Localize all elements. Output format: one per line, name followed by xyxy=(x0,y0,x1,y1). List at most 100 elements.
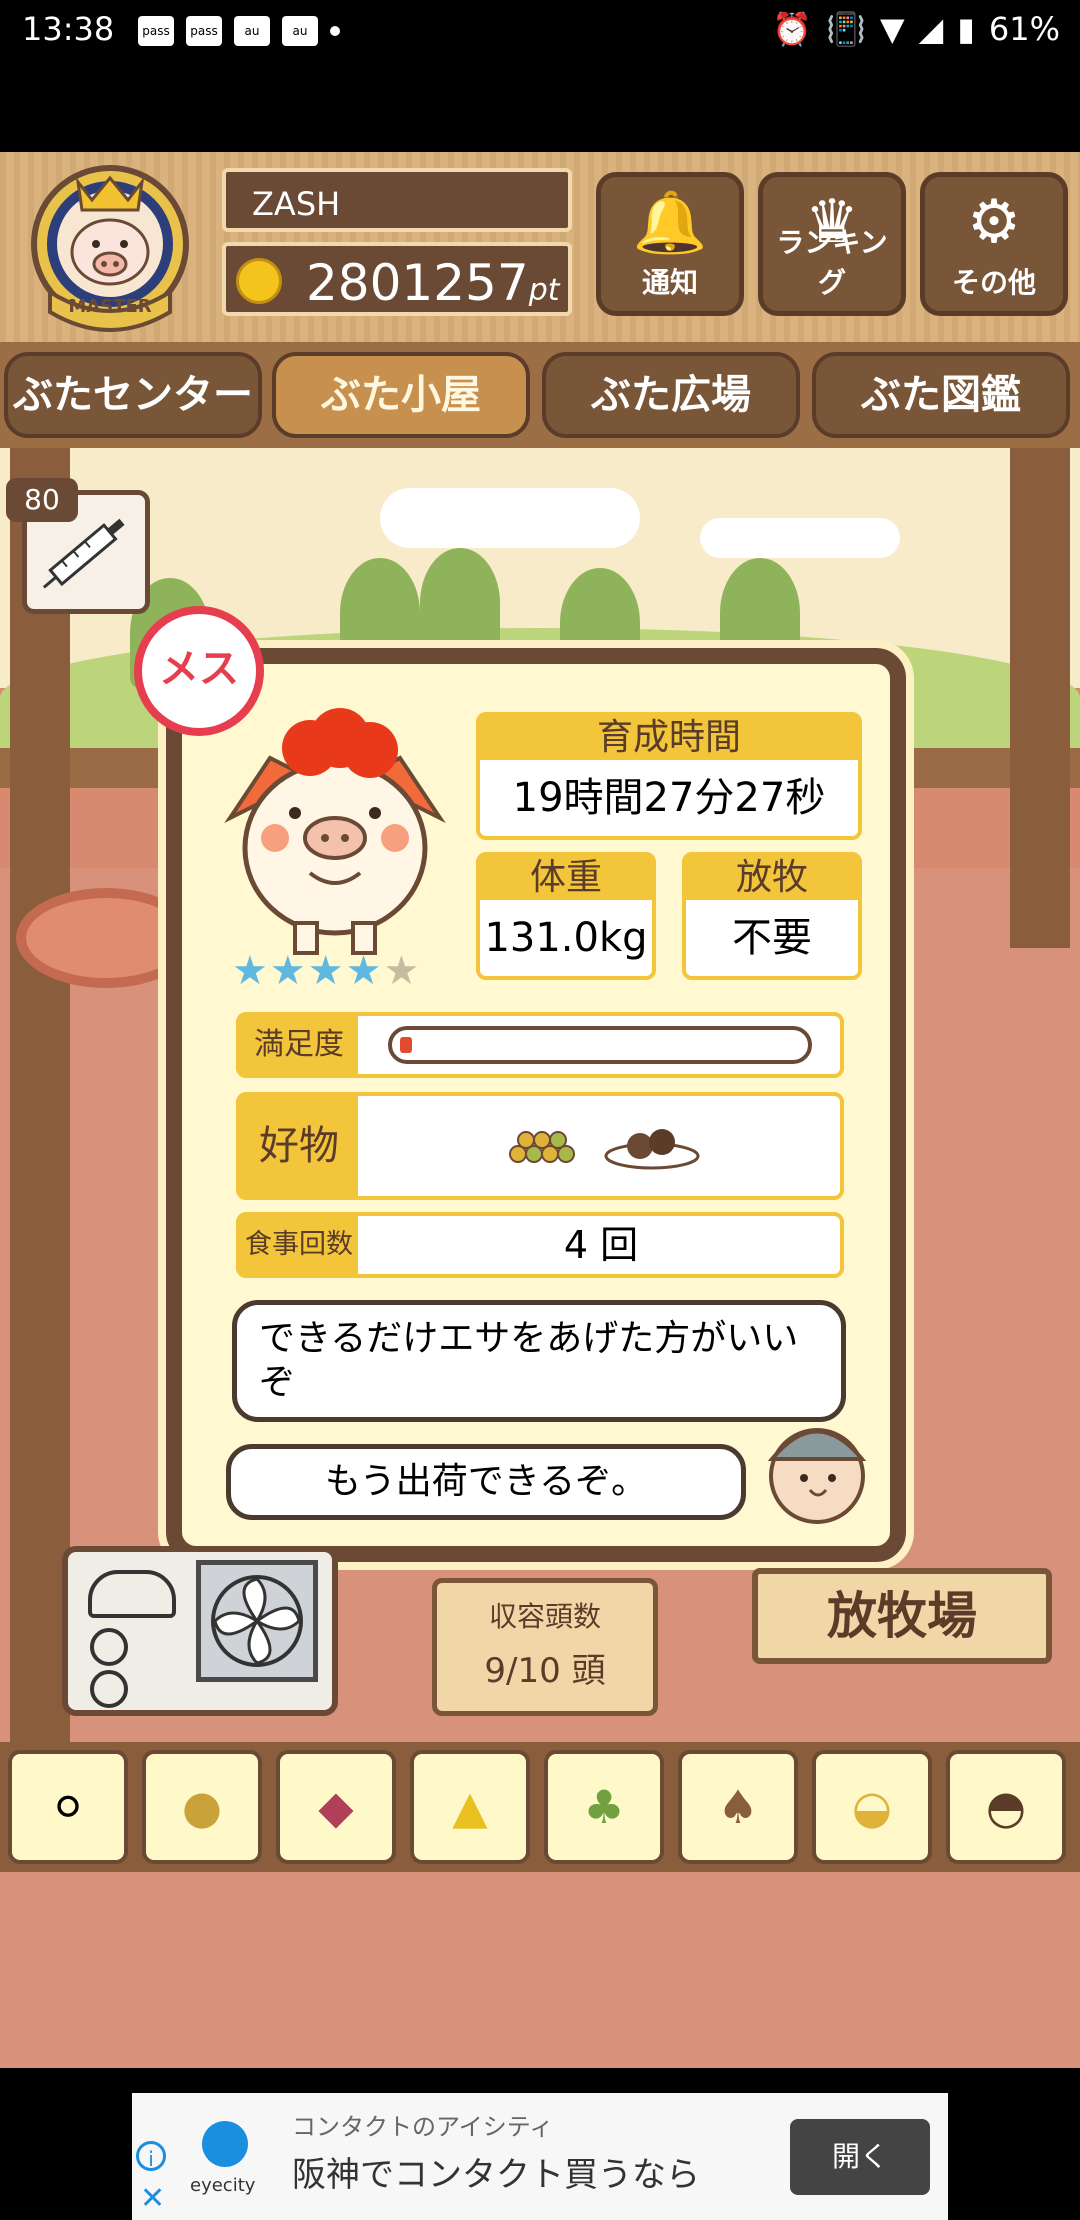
farmer-icon xyxy=(752,1404,882,1534)
ad-body: 阪神でコンタクト買うなら xyxy=(292,2155,700,2195)
food-slot-grain-plate[interactable]: ◒ xyxy=(812,1750,932,1864)
nav-bar: ぶたセンター ぶた小屋 ぶた広場 ぶた図鑑 xyxy=(0,342,1080,448)
weight-box: 体重 131.0kg xyxy=(476,852,656,980)
fence-post xyxy=(1010,448,1070,948)
graze-value: 不要 xyxy=(732,915,812,961)
alarm-icon: ⏰ xyxy=(772,10,813,48)
weight-label: 体重 xyxy=(480,856,652,900)
star-filled-icon: ★ xyxy=(307,948,346,994)
ad-banner[interactable]: i ✕ eyecity コンタクトのアイシティ 阪神でコンタクト買うなら 開く xyxy=(132,2093,948,2220)
notification-button[interactable]: 🔔 通知 xyxy=(596,172,744,316)
star-filled-icon: ★ xyxy=(232,948,270,994)
star-empty-icon: ★ xyxy=(383,948,422,994)
other-button[interactable]: ⚙ その他 xyxy=(920,172,1068,316)
ad-brand: eyecity xyxy=(190,2175,256,2196)
food-slot-white-beans[interactable]: ⚪ xyxy=(8,1750,128,1864)
sweet-potato-icon: ◆ xyxy=(318,1780,354,1834)
game-header: MASTER ZASH 2801257pt 🔔 通知 ♛ ランキング ⚙ その他 xyxy=(0,152,1080,342)
cloud xyxy=(700,518,900,558)
notification-icons: pass pass au au xyxy=(138,16,340,46)
capacity-value: 9/10 頭 xyxy=(484,1651,606,1691)
battery-percent: 61% xyxy=(988,10,1060,48)
tab-buta-center[interactable]: ぶたセンター xyxy=(4,352,262,438)
pass-icon: pass xyxy=(186,16,222,46)
wifi-icon: ▼ xyxy=(880,10,905,48)
white-beans-icon: ⚪ xyxy=(48,1780,88,1834)
ranking-button-label: ランキング xyxy=(776,226,888,299)
au-icon: au xyxy=(234,16,270,46)
growth-time-value: 19時間27分27秒 xyxy=(512,775,826,821)
corn-icon: ▲ xyxy=(452,1780,488,1834)
system-icons: ⏰ 📳 ▼ ◢ ▮ 61% xyxy=(772,10,1060,48)
meatball-plate-icon: ◓ xyxy=(985,1780,1027,1834)
ad-close-icon[interactable]: ✕ xyxy=(140,2181,165,2216)
grain-icon xyxy=(504,1126,588,1166)
status-bar: 13:38 pass pass au au ⏰ 📳 ▼ ◢ ▮ 61% xyxy=(0,0,1080,64)
cloud xyxy=(380,488,640,548)
master-badge[interactable]: MASTER xyxy=(20,162,200,332)
satisfaction-row: 満足度 xyxy=(236,1012,844,1078)
vibrate-icon: 📳 xyxy=(826,10,867,48)
star-rating: ★★★★★ xyxy=(232,948,421,994)
grazing-field-button[interactable]: 放牧場 xyxy=(752,1568,1052,1664)
growth-time-box: 育成時間 19時間27分27秒 xyxy=(476,712,862,840)
food-slot-vegetable[interactable]: ♣ xyxy=(544,1750,664,1864)
food-slot-meatball-plate[interactable]: ◓ xyxy=(946,1750,1066,1864)
food-tray: ⚪ ● ◆ ▲ ♣ ♠ ◒ ◓ xyxy=(0,1742,1080,1872)
vegetable-icon: ♣ xyxy=(583,1780,625,1834)
growth-time-label: 育成時間 xyxy=(480,716,858,760)
points-value: 2801257 xyxy=(306,254,529,312)
pass-icon: pass xyxy=(138,16,174,46)
graze-box: 放牧 不要 xyxy=(682,852,862,980)
tab-buta-encyclopedia[interactable]: ぶた図鑑 xyxy=(812,352,1070,438)
meatball-plate-icon xyxy=(604,1120,700,1170)
signal-icon: ◢ xyxy=(918,10,944,48)
capacity-label: 収容頭数 xyxy=(488,1600,601,1633)
other-button-label: その他 xyxy=(951,266,1036,299)
star-filled-icon: ★ xyxy=(345,948,384,994)
acorn-icon: ♠ xyxy=(717,1780,759,1834)
satisfaction-bar xyxy=(388,1026,812,1064)
syringe-count: 80 xyxy=(6,478,78,522)
pig-with-red-hair-icon xyxy=(224,708,446,955)
battery-icon: ▮ xyxy=(957,10,975,48)
satisfaction-fill xyxy=(400,1037,412,1053)
notification-button-label: 通知 xyxy=(641,266,698,299)
mixed-grain-icon: ● xyxy=(181,1780,223,1834)
graze-label: 放牧 xyxy=(686,856,858,900)
meals-label: 食事回数 xyxy=(240,1216,358,1274)
food-slot-sweet-potato[interactable]: ◆ xyxy=(276,1750,396,1864)
dial-icon xyxy=(90,1670,128,1708)
meals-value: 4 回 xyxy=(563,1223,639,1267)
dial-icon xyxy=(90,1628,128,1666)
food-slot-acorn[interactable]: ♠ xyxy=(678,1750,798,1864)
tab-buta-plaza[interactable]: ぶた広場 xyxy=(542,352,800,438)
eyecity-logo-icon xyxy=(202,2121,248,2167)
badge-label: MASTER xyxy=(68,296,152,317)
favorite-food-row: 好物 xyxy=(236,1092,844,1200)
pig-character[interactable] xyxy=(200,698,470,968)
points-unit: pt xyxy=(528,273,560,308)
capacity-sign: 収容頭数 9/10 頭 xyxy=(432,1578,658,1716)
au-icon: au xyxy=(282,16,318,46)
ad-info-icon[interactable]: i xyxy=(136,2141,166,2171)
status-time: 13:38 xyxy=(22,10,115,48)
ad-open-button[interactable]: 開く xyxy=(790,2119,930,2195)
grain-plate-icon: ◒ xyxy=(851,1780,893,1834)
tab-buta-hut[interactable]: ぶた小屋 xyxy=(272,352,530,438)
meal-count-row: 食事回数 4 回 xyxy=(236,1212,844,1278)
fan-icon[interactable] xyxy=(196,1560,318,1682)
star-filled-icon: ★ xyxy=(269,948,308,994)
favorite-label: 好物 xyxy=(240,1096,358,1196)
satisfaction-label: 満足度 xyxy=(240,1016,358,1074)
coin-icon xyxy=(236,258,282,304)
username: ZASH xyxy=(222,168,572,232)
ranking-button[interactable]: ♛ ランキング xyxy=(758,172,906,316)
ship-speech-bubble[interactable]: もう出荷できるぞ。 xyxy=(226,1444,746,1520)
food-slot-corn[interactable]: ▲ xyxy=(410,1750,530,1864)
food-slot-mixed-grain[interactable]: ● xyxy=(142,1750,262,1864)
tree xyxy=(420,548,500,658)
bell-icon: 🔔 xyxy=(632,188,708,258)
fence-post xyxy=(10,448,70,1748)
more-notifications-dot xyxy=(330,26,340,36)
